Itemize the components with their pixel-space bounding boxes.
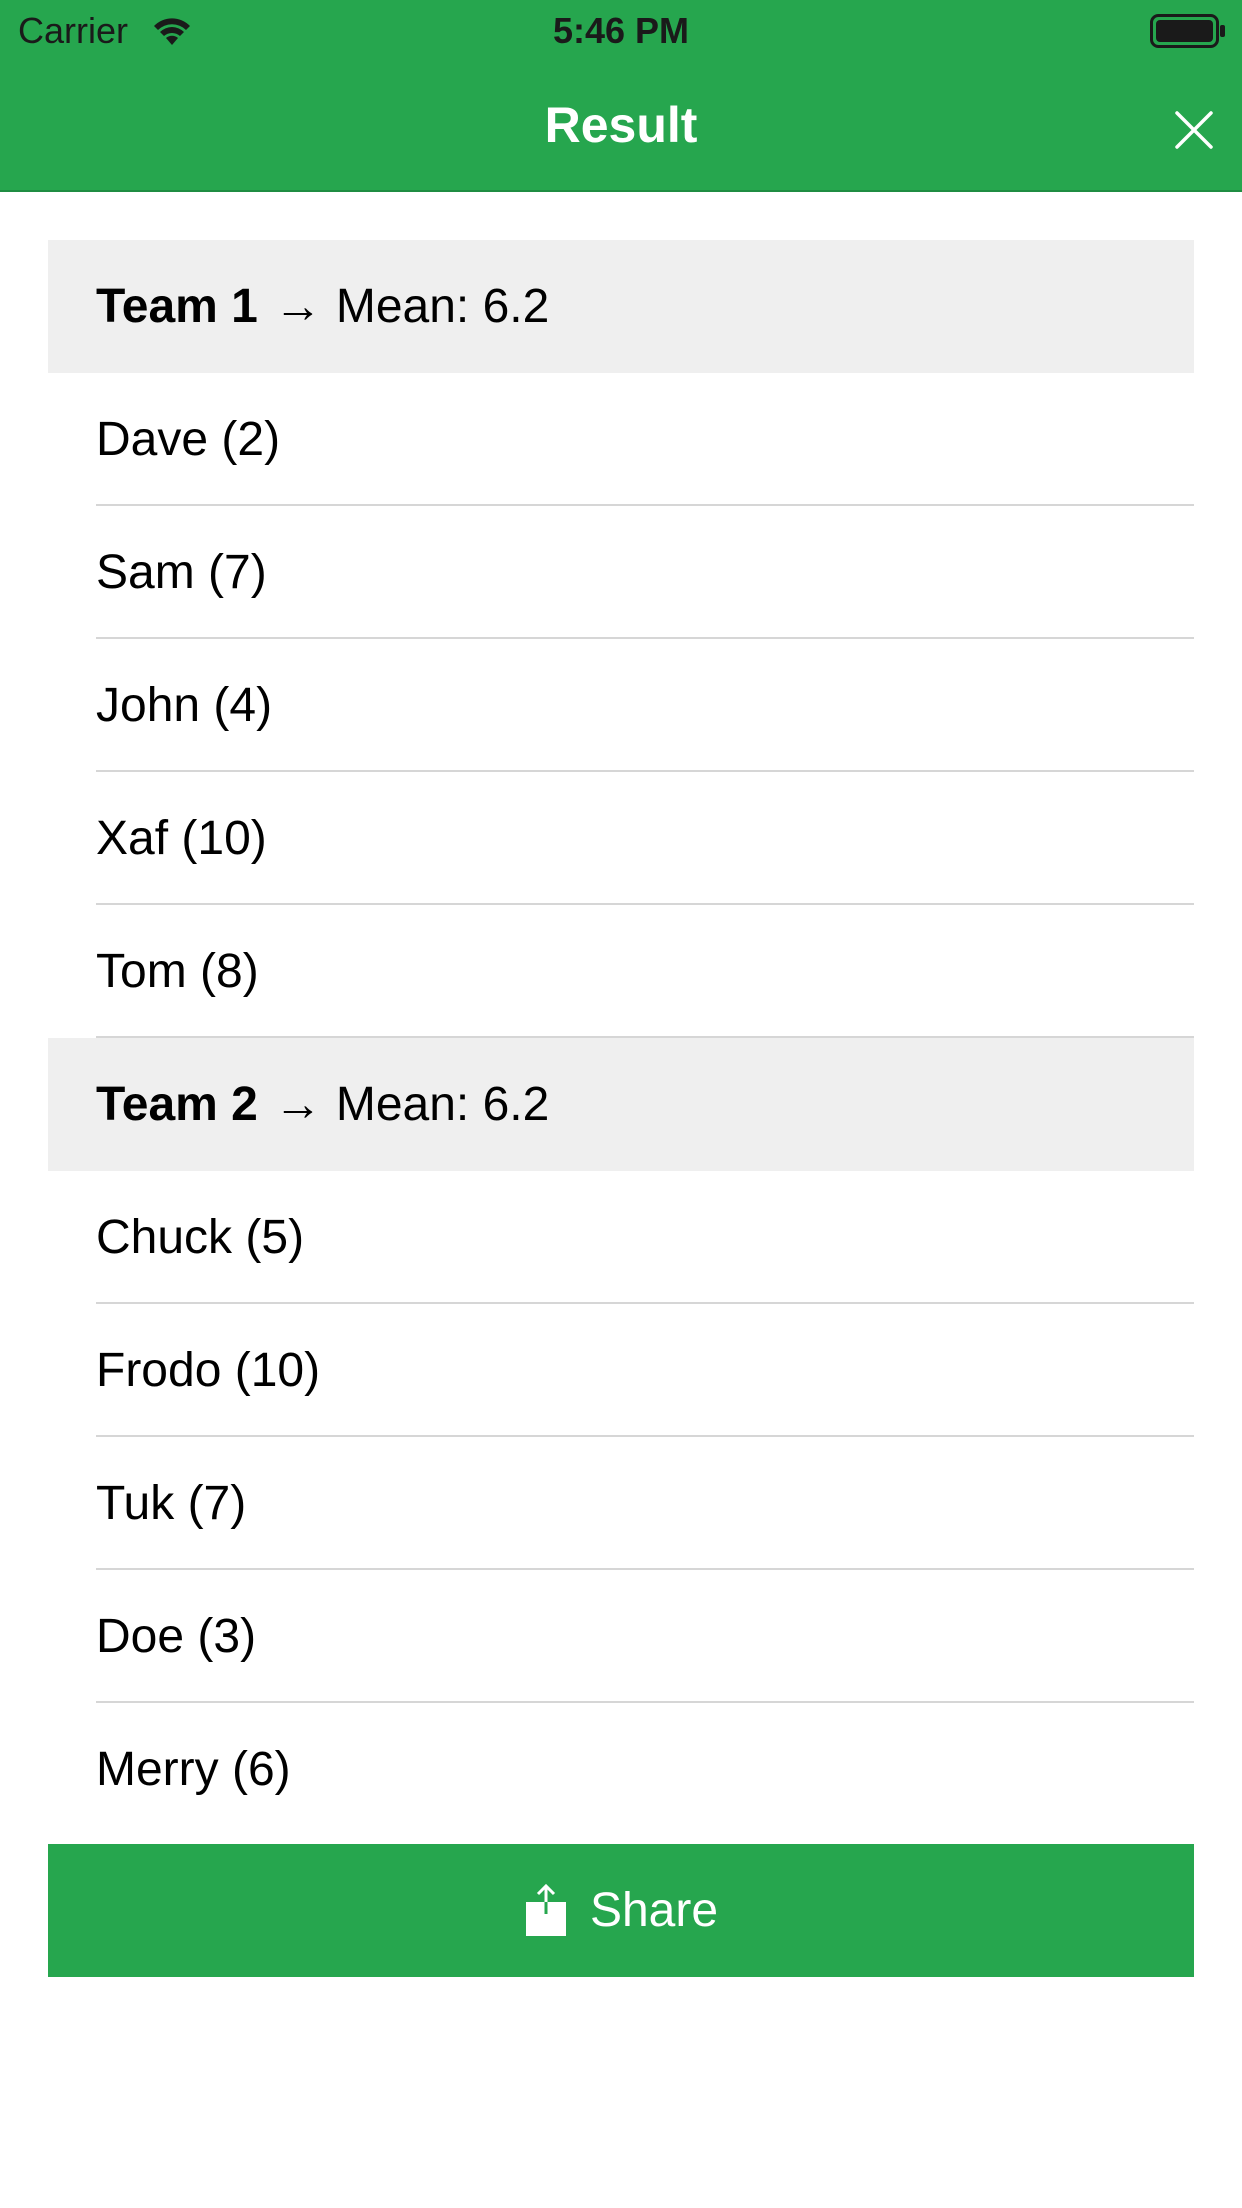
status-time: 5:46 PM [552,10,690,51]
page-title: Result [544,97,698,153]
top-bar: Carrier 5:46 PM Result [0,0,1242,192]
battery-icon [1150,14,1226,57]
team-mean: Mean: 6.2 [335,1078,550,1131]
team-1-header: Team 1 → Mean: 6.2 [48,240,1194,373]
list-item[interactable]: Tom (8) [48,905,1194,1038]
share-button[interactable]: Share [48,1844,1194,1977]
list-item[interactable]: Doe (3) [48,1570,1194,1703]
team-name: Team 1 [96,280,258,333]
share-icon [524,1883,568,1938]
list-item[interactable]: Frodo (10) [48,1304,1194,1437]
navigation-bar: Result [0,62,1242,190]
arrow-icon: → [273,280,322,333]
list-item[interactable]: Dave (2) [48,373,1194,506]
share-label: Share [589,1884,719,1937]
team-name: Team 2 [96,1078,258,1131]
list-item[interactable]: John (4) [48,639,1194,772]
list-item[interactable]: Sam (7) [48,506,1194,639]
list-item[interactable]: Chuck (5) [48,1171,1194,1304]
close-icon [1175,111,1213,149]
list-item[interactable]: Merry (6) [48,1703,1194,1836]
status-bar: Carrier 5:46 PM [0,0,1242,62]
team-mean: Mean: 6.2 [335,280,550,333]
list-item[interactable]: Tuk (7) [48,1437,1194,1570]
team-2-header: Team 2 → Mean: 6.2 [48,1038,1194,1171]
list-item[interactable]: Xaf (10) [48,772,1194,905]
team-list: Team 1 → Mean: 6.2 Dave (2) Sam (7) John… [48,240,1194,1836]
arrow-icon: → [273,1078,322,1131]
close-button[interactable] [1166,102,1222,158]
